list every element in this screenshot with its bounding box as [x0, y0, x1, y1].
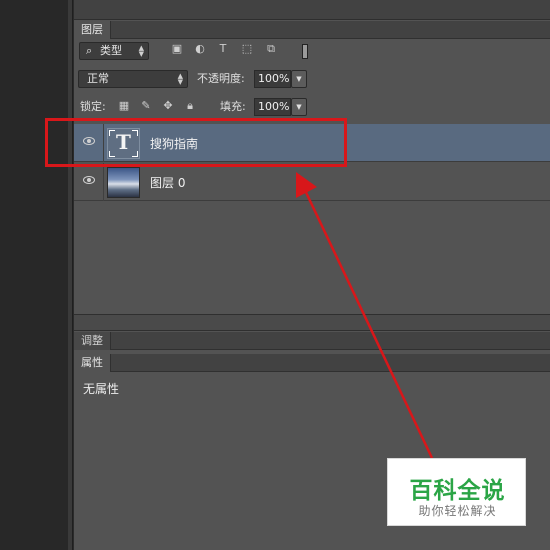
watermark-subtitle: 助你轻松解决: [418, 504, 497, 518]
watermark-title: 百科全说: [409, 478, 506, 504]
watermark-logo: 百科全说 助你轻松解决: [387, 458, 526, 526]
